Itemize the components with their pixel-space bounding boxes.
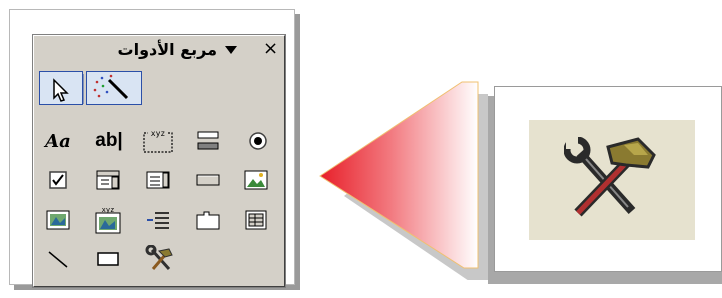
list-box-icon	[146, 171, 170, 189]
more-controls-tool[interactable]	[145, 245, 175, 273]
rectangle-icon	[97, 252, 119, 266]
unbound-object-frame-tool[interactable]	[45, 208, 71, 232]
radio-button-icon	[249, 132, 267, 150]
option-group-caption: xyz	[151, 129, 166, 138]
select-pointer-icon	[53, 74, 84, 104]
bound-object-caption: xyz	[102, 206, 115, 214]
hammer-and-wrench-icon	[564, 137, 656, 217]
image-tool[interactable]	[243, 168, 269, 192]
command-button-icon	[196, 174, 220, 186]
toolbox-title: مربع الأدوات	[117, 40, 217, 59]
rectangle-tool[interactable]	[95, 247, 121, 271]
callout-arrow	[319, 81, 488, 280]
command-button-tool[interactable]	[195, 168, 221, 192]
toolbox-titlebar[interactable]: × مربع الأدوات	[37, 38, 281, 61]
toolbox-window: × مربع الأدوات Aa ab| xyz xyz	[32, 34, 286, 288]
label-tool[interactable]: Aa	[45, 129, 71, 153]
text-box-tool-text: ab|	[95, 130, 123, 151]
page-break-icon	[147, 212, 169, 229]
control-wizards-tool[interactable]	[86, 71, 142, 105]
bound-object-frame-icon: xyz	[95, 206, 121, 234]
image-icon	[244, 170, 268, 190]
select-objects-tool[interactable]	[39, 71, 84, 105]
toggle-button-tool[interactable]	[195, 129, 221, 153]
option-button-tool[interactable]	[245, 129, 271, 153]
combo-box-tool[interactable]	[95, 168, 121, 192]
line-icon	[48, 251, 68, 268]
dropdown-icon[interactable]	[225, 46, 237, 54]
label-tool-text: Aa	[45, 130, 71, 152]
unbound-object-frame-icon	[46, 210, 70, 230]
list-box-tool[interactable]	[145, 168, 171, 192]
subform-icon	[245, 210, 267, 230]
text-box-tool[interactable]: ab|	[91, 129, 127, 153]
page-break-tool[interactable]	[145, 208, 171, 232]
hammer-wrench-small-icon	[145, 245, 173, 271]
close-icon[interactable]: ×	[263, 38, 278, 60]
magic-wand-icon	[93, 74, 129, 100]
check-box-tool[interactable]	[45, 168, 71, 192]
tab-control-tool[interactable]	[195, 208, 221, 232]
tab-control-icon	[196, 211, 220, 230]
subform-tool[interactable]	[243, 208, 269, 232]
combo-box-icon	[96, 170, 120, 190]
option-group-tool[interactable]: xyz	[141, 125, 175, 155]
toggle-button-icon	[197, 131, 219, 150]
bound-object-frame-tool[interactable]: xyz	[93, 205, 123, 235]
option-group-icon: xyz	[143, 129, 173, 153]
check-box-icon	[49, 171, 67, 189]
line-tool[interactable]	[45, 247, 71, 271]
